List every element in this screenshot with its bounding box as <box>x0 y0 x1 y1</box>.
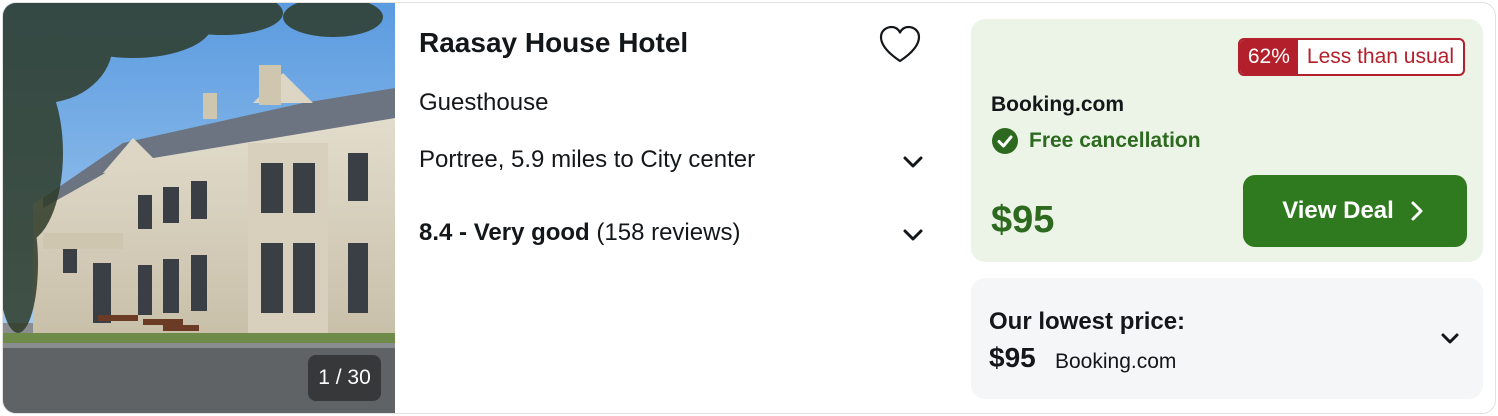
hotel-photo-image <box>3 3 395 413</box>
photo-counter: 1 / 30 <box>308 355 381 401</box>
hotel-result-card[interactable]: 1 / 30 Raasay House Hotel Guesthouse Por… <box>2 2 1496 414</box>
review-count: (158 reviews) <box>596 219 741 246</box>
hotel-name[interactable]: Raasay House Hotel <box>419 27 688 59</box>
chevron-right-icon <box>1411 201 1423 221</box>
lowest-price-box[interactable]: Our lowest price: $95 Booking.com <box>971 278 1483 399</box>
view-deal-label: View Deal <box>1282 197 1394 224</box>
chevron-down-icon <box>903 156 923 168</box>
lowest-price-title: Our lowest price: <box>989 308 1186 335</box>
property-type: Guesthouse <box>419 89 549 116</box>
rating-row[interactable]: 8.4 - Very good (158 reviews) <box>419 219 923 247</box>
location-row[interactable]: Portree, 5.9 miles to City center <box>419 146 923 174</box>
discount-label: Less than usual <box>1306 45 1454 68</box>
favorite-heart-icon[interactable] <box>877 23 923 69</box>
chevron-down-icon <box>1441 333 1459 344</box>
lowest-price-amount: $95 <box>989 342 1036 373</box>
view-deal-button[interactable]: View Deal <box>1243 175 1467 247</box>
lowest-price-provider: Booking.com <box>1055 350 1177 373</box>
rating-score: 8.4 - Very good <box>419 219 590 246</box>
discount-badge: 62% Less than usual <box>1237 38 1465 76</box>
hotel-photo[interactable]: 1 / 30 <box>3 3 395 413</box>
heart-outline-icon <box>879 25 921 63</box>
free-cancellation-label: Free cancellation <box>1029 129 1201 152</box>
free-cancellation: Free cancellation <box>991 127 1201 155</box>
deal-provider: Booking.com <box>991 93 1125 116</box>
deal-box[interactable]: 62% Less than usual Booking.com Free can… <box>971 19 1483 262</box>
location-text: Portree, 5.9 miles to City center <box>419 146 756 173</box>
chevron-down-icon <box>903 229 923 241</box>
check-circle-icon <box>992 128 1018 154</box>
deal-price: $95 <box>991 199 1055 241</box>
discount-percent: 62% <box>1239 40 1298 74</box>
hotel-info: Raasay House Hotel Guesthouse Portree, 5… <box>395 3 955 413</box>
